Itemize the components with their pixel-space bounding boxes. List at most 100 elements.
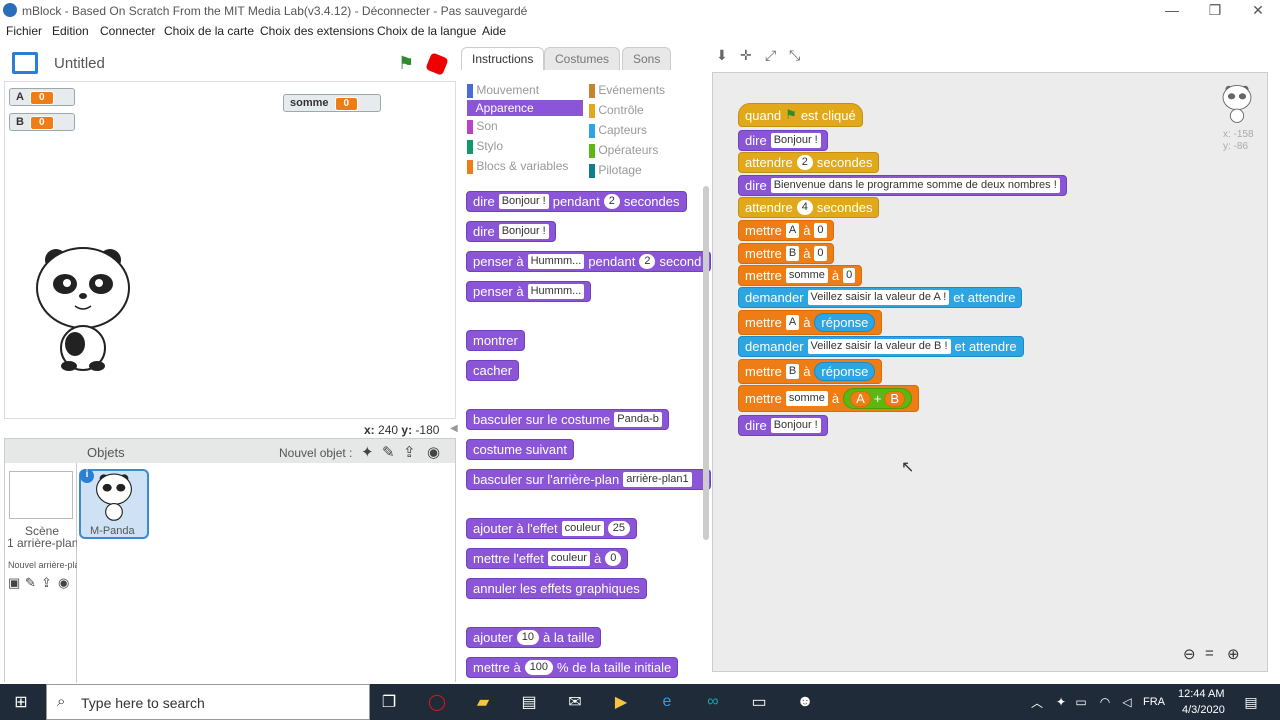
- duplicate-icon[interactable]: ⬇: [716, 47, 728, 64]
- panda-sprite[interactable]: [33, 240, 133, 372]
- maximize-button[interactable]: ❐: [1201, 2, 1229, 19]
- tab-sons[interactable]: Sons: [622, 47, 672, 70]
- fullscreen-icon[interactable]: [12, 52, 38, 74]
- arduino-icon[interactable]: ∞: [698, 688, 728, 716]
- backdrop-paint-icon[interactable]: ▣: [8, 575, 20, 591]
- block-set-variable[interactable]: mettre Bà 0: [738, 243, 834, 264]
- block-set-variable[interactable]: mettre Bà réponse: [738, 359, 883, 384]
- answer-reporter[interactable]: réponse: [814, 362, 876, 381]
- block-switch-backdrop[interactable]: basculer sur l'arrière-plan arrière-plan1: [466, 469, 711, 490]
- category-capteurs[interactable]: Capteurs: [589, 120, 705, 140]
- block-say[interactable]: dire Bonjour !: [738, 415, 828, 436]
- file-explorer-icon[interactable]: ▰: [468, 688, 498, 716]
- terminal-icon[interactable]: ▭: [744, 688, 774, 716]
- backdrop-draw-icon[interactable]: ✎: [25, 575, 36, 591]
- block-set-variable[interactable]: mettre Aà réponse: [738, 310, 883, 335]
- variable-reporter-b[interactable]: B: [884, 390, 906, 407]
- collapse-arrow-icon[interactable]: ◀: [450, 423, 458, 434]
- block-wait[interactable]: attendre 4 secondes: [738, 197, 880, 218]
- menu-edition[interactable]: Edition: [52, 24, 89, 38]
- edge-icon[interactable]: e: [652, 688, 682, 716]
- mail-icon[interactable]: ✉: [560, 688, 590, 716]
- store-icon[interactable]: ▤: [514, 688, 544, 716]
- block-say-for-secs[interactable]: dire Bonjour ! pendant 2 secondes: [466, 191, 687, 212]
- upload-sprite-icon[interactable]: ⇪: [403, 443, 416, 461]
- close-button[interactable]: ✕: [1244, 2, 1272, 19]
- category-pilotage[interactable]: Pilotage: [589, 160, 705, 180]
- category-son[interactable]: Son: [467, 116, 583, 136]
- clock-time[interactable]: 12:44 AM: [1178, 688, 1224, 700]
- library-sprite-icon[interactable]: ✦: [361, 443, 374, 461]
- block-set-effect[interactable]: mettre l'effet couleur à 0: [466, 548, 629, 569]
- category-blocs-variables[interactable]: Blocs & variables: [467, 156, 583, 176]
- tab-costumes[interactable]: Costumes: [544, 47, 621, 70]
- block-think-for-secs[interactable]: penser à Hummm... pendant 2 second: [466, 251, 711, 272]
- mblock-taskbar-icon[interactable]: ☻: [790, 688, 820, 716]
- stage[interactable]: A0 B0 somme 0: [4, 81, 456, 419]
- minimize-button[interactable]: —: [1158, 2, 1186, 18]
- block-say[interactable]: dire Bonjour !: [738, 130, 828, 151]
- block-hide[interactable]: cacher: [466, 360, 520, 381]
- category-operateurs[interactable]: Opérateurs: [589, 140, 705, 160]
- info-icon[interactable]: i: [80, 469, 94, 483]
- stage-coords: x: 240 y: -180: [364, 423, 440, 437]
- menu-choix-carte[interactable]: Choix de la carte: [164, 24, 254, 38]
- block-think[interactable]: penser à Hummm...: [466, 281, 592, 302]
- add-operator[interactable]: A + B: [843, 388, 913, 409]
- notifications-icon[interactable]: ▤: [1236, 688, 1266, 716]
- block-show[interactable]: montrer: [466, 330, 525, 351]
- variable-reporter-a[interactable]: A: [850, 390, 871, 407]
- taskbar-search[interactable]: ⌕ Type here to search: [46, 684, 370, 720]
- block-wait[interactable]: attendre 2 secondes: [738, 152, 880, 173]
- camera-sprite-icon[interactable]: ◉: [427, 443, 440, 461]
- language-indicator[interactable]: FRA: [1143, 696, 1165, 708]
- green-flag-icon[interactable]: ⚑: [398, 53, 414, 74]
- block-ask-and-wait[interactable]: demander Veillez saisir la valeur de B ! e…: [738, 336, 1024, 357]
- palette-scrollbar[interactable]: [703, 186, 709, 540]
- cut-icon[interactable]: ✛: [740, 47, 752, 64]
- volume-icon[interactable]: ◁: [1112, 688, 1142, 716]
- tab-instructions[interactable]: Instructions: [461, 47, 545, 71]
- backdrop-upload-icon[interactable]: ⇪: [41, 575, 52, 591]
- menu-choix-extensions[interactable]: Choix des extensions: [260, 24, 374, 38]
- category-evenements[interactable]: Evénements: [589, 80, 705, 100]
- scripts-area[interactable]: quand ⚑ est cliqué dire Bonjour ! attendre 2…: [712, 72, 1268, 672]
- category-controle[interactable]: Contrôle: [589, 100, 705, 120]
- clock-date[interactable]: 4/3/2020: [1182, 704, 1225, 716]
- menu-aide[interactable]: Aide: [482, 24, 506, 38]
- block-clear-effects[interactable]: annuler les effets graphiques: [466, 578, 647, 599]
- block-say[interactable]: dire Bienvenue dans le programme somme de…: [738, 175, 1067, 196]
- stop-icon[interactable]: [425, 52, 449, 76]
- menu-connecter[interactable]: Connecter: [100, 24, 155, 38]
- shrink-icon[interactable]: ⤡: [789, 47, 800, 64]
- category-mouvement[interactable]: Mouvement: [467, 80, 583, 100]
- task-view-icon[interactable]: ❐: [374, 688, 404, 716]
- backdrop-camera-icon[interactable]: ◉: [58, 575, 69, 591]
- category-stylo[interactable]: Stylo: [467, 136, 583, 156]
- block-set-variable[interactable]: mettre somme à 0: [738, 265, 863, 286]
- block-change-size[interactable]: ajouter 10 à la taille: [466, 627, 602, 648]
- zoom-in-icon[interactable]: ⊕: [1227, 645, 1240, 663]
- block-set-variable[interactable]: mettre Aà 0: [738, 220, 834, 241]
- block-next-costume[interactable]: costume suivant: [466, 439, 574, 460]
- project-title[interactable]: Untitled: [54, 55, 105, 72]
- menu-choix-langue[interactable]: Choix de la langue: [377, 24, 476, 38]
- block-set-size[interactable]: mettre à 100% de la taille initiale: [466, 657, 679, 678]
- scene-thumbnail[interactable]: [9, 471, 73, 519]
- block-switch-costume[interactable]: basculer sur le costume Panda-b: [466, 409, 669, 430]
- opera-icon[interactable]: ◯: [422, 688, 452, 716]
- zoom-reset-icon[interactable]: =: [1205, 645, 1214, 662]
- paint-sprite-icon[interactable]: ✎: [382, 443, 395, 461]
- windows-start-icon[interactable]: ⊞: [6, 688, 36, 716]
- answer-reporter[interactable]: réponse: [814, 313, 876, 332]
- grow-icon[interactable]: ⤢: [765, 47, 776, 64]
- block-say[interactable]: dire Bonjour !: [466, 221, 556, 242]
- menu-fichier[interactable]: Fichier: [6, 24, 42, 38]
- block-when-flag-clicked[interactable]: quand ⚑ est cliqué: [738, 103, 863, 127]
- category-apparence[interactable]: Apparence: [467, 100, 583, 116]
- block-set-variable[interactable]: mettre somme à A + B: [738, 385, 920, 412]
- zoom-out-icon[interactable]: ⊖: [1183, 645, 1196, 663]
- media-player-icon[interactable]: ▶: [606, 688, 636, 716]
- block-change-effect[interactable]: ajouter à l'effet couleur 25: [466, 518, 637, 539]
- block-ask-and-wait[interactable]: demander Veillez saisir la valeur de A ! e…: [738, 287, 1023, 308]
